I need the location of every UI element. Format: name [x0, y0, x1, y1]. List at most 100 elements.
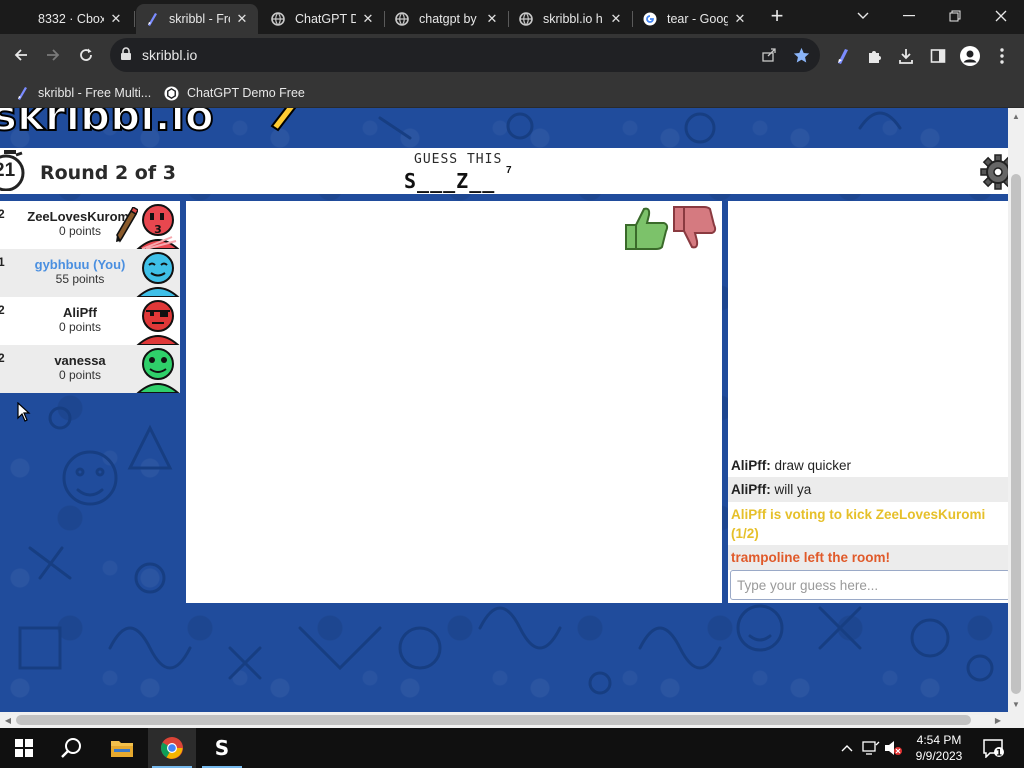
tab-close-icon[interactable]: ✕: [608, 11, 624, 27]
player-avatar: [136, 252, 180, 297]
minimize-button[interactable]: [886, 0, 932, 32]
folder-icon: [111, 741, 133, 757]
globe-icon: [394, 11, 410, 27]
chat-panel: AliPff: draw quicker AliPff: will ya Ali…: [728, 201, 1008, 603]
tab-close-icon[interactable]: ✕: [732, 11, 748, 27]
tab-cbox[interactable]: 8332 · Cbox ✕: [30, 4, 132, 34]
close-window-button[interactable]: [978, 0, 1024, 32]
windows-taskbar: S 4:54 PM 9/9/2023 1: [0, 728, 1024, 768]
scroll-right-icon[interactable]: ▶: [990, 712, 1006, 728]
player-avatar: 3: [136, 204, 180, 249]
share-icon[interactable]: [760, 46, 778, 64]
taskbar-time: 4:54 PM: [916, 733, 962, 747]
skribbl-favicon-icon: [14, 85, 30, 101]
player-row[interactable]: 2 AliPff 0 points: [0, 297, 180, 345]
skribbl-extension-icon[interactable]: [832, 46, 852, 66]
thumbs-up-icon[interactable]: [624, 205, 670, 251]
tab-separator: [134, 11, 135, 27]
tab-chatgpt-by[interactable]: chatgpt by ✕: [386, 4, 508, 34]
globe-icon: [270, 11, 286, 27]
profile-avatar-icon[interactable]: [960, 46, 980, 66]
chat-author: AliPff:: [731, 458, 771, 473]
taskbar-date: 9/9/2023: [915, 749, 963, 763]
skype-taskbar-button[interactable]: S: [198, 728, 246, 768]
vertical-scrollbar[interactable]: ▲ ▼: [1008, 108, 1024, 712]
bookmarks-bar: skribbl - Free Multi... ChatGPT Demo Fre…: [0, 78, 1024, 108]
guess-input[interactable]: [730, 570, 1008, 600]
address-bar[interactable]: skribbl.io: [110, 38, 820, 72]
tab-close-icon[interactable]: ✕: [360, 11, 376, 27]
taskbar-clock[interactable]: 4:54 PM 9/9/2023: [900, 732, 978, 764]
file-explorer-button[interactable]: [98, 728, 146, 768]
vertical-scroll-thumb[interactable]: [1011, 174, 1021, 694]
horizontal-scrollbar[interactable]: ◀ ▶: [0, 712, 1008, 728]
tab-close-icon[interactable]: ✕: [108, 11, 124, 27]
tab-title: ChatGPT Demo: [295, 12, 356, 26]
tab-google[interactable]: tear - Goog ✕: [634, 4, 756, 34]
tray-chevron-icon[interactable]: [838, 739, 856, 757]
chatgpt-icon: [163, 85, 179, 101]
forward-button[interactable]: [38, 40, 68, 70]
tab-search-chevron-icon[interactable]: [840, 0, 886, 32]
player-row[interactable]: 2 ZeeLovesKuromi 0 points 3: [0, 201, 180, 249]
new-tab-button[interactable]: +: [766, 5, 788, 28]
bookmark-star-icon[interactable]: [792, 46, 810, 64]
scrollbar-corner: [1008, 712, 1024, 728]
word-hint: S___Z__: [404, 169, 496, 193]
notification-center-icon[interactable]: 1: [982, 738, 1004, 758]
back-button[interactable]: [6, 40, 36, 70]
scroll-down-icon[interactable]: ▼: [1008, 696, 1024, 712]
player-row[interactable]: 1 gybhbuu (You) 55 points: [0, 249, 180, 297]
tab-title: skribbl.io h: [543, 12, 603, 26]
browser-tab-strip: 8332 · Cbox ✕ skribbl - Free ✕ ChatGPT D…: [0, 0, 1024, 34]
globe-icon: [518, 11, 534, 27]
reload-button[interactable]: [71, 40, 101, 70]
side-panel-icon[interactable]: [928, 46, 948, 66]
bookmark-skribbl[interactable]: skribbl - Free Multi...: [14, 82, 151, 104]
scroll-up-icon[interactable]: ▲: [1008, 108, 1024, 124]
tab-close-icon[interactable]: ✕: [234, 11, 250, 27]
player-avatar: [136, 348, 180, 393]
svg-text:S: S: [215, 737, 229, 759]
tab-close-icon[interactable]: ✕: [484, 11, 500, 27]
tab-skribbl-io[interactable]: skribbl.io h ✕: [510, 4, 632, 34]
timer-value: 21: [0, 160, 16, 181]
bookmark-label: skribbl - Free Multi...: [38, 86, 152, 100]
google-icon: [642, 11, 658, 27]
restore-button[interactable]: [932, 0, 978, 32]
scroll-left-icon[interactable]: ◀: [0, 712, 16, 728]
player-badge: 3: [154, 223, 162, 236]
extensions-puzzle-icon[interactable]: [864, 46, 884, 66]
tab-title: 8332 · Cbox: [38, 12, 104, 26]
start-button[interactable]: [0, 728, 48, 768]
horizontal-scroll-thumb[interactable]: [16, 715, 971, 725]
tab-separator: [632, 11, 633, 27]
search-button[interactable]: [48, 728, 96, 768]
chat-message: AliPff: will ya: [728, 477, 1008, 502]
game-header: 21 Round 2 of 3 GUESS THIS S___Z__ 7: [0, 148, 1008, 194]
settings-gear-icon[interactable]: [980, 152, 1008, 192]
tab-chatgpt-demo[interactable]: ChatGPT Demo ✕: [262, 4, 384, 34]
players-list: 2 ZeeLovesKuromi 0 points 3 1 gybhbuu (Y…: [0, 201, 180, 393]
notification-count: 1: [996, 749, 1002, 759]
url-text: skribbl.io: [142, 47, 198, 63]
tab-skribbl[interactable]: skribbl - Free ✕: [136, 4, 258, 34]
tab-separator: [384, 11, 385, 27]
chrome-icon: [161, 737, 183, 759]
word-length: 7: [506, 165, 512, 176]
browser-toolbar: skribbl.io: [0, 34, 1024, 78]
download-icon[interactable]: [896, 46, 916, 66]
app-s-icon: S: [215, 737, 229, 759]
drawing-canvas[interactable]: [186, 201, 722, 603]
chrome-taskbar-button[interactable]: [148, 728, 196, 768]
player-avatar: [136, 300, 180, 345]
page-viewport: skribbl.io 21 Round 2 of 3 GUESS THIS S_…: [0, 108, 1008, 712]
network-icon[interactable]: [862, 739, 880, 757]
chrome-menu-icon[interactable]: [992, 46, 1012, 66]
bookmark-chatgpt-demo[interactable]: ChatGPT Demo Free: [163, 82, 305, 104]
tab-title: skribbl - Free: [169, 12, 230, 26]
thumbs-down-icon[interactable]: [672, 205, 718, 251]
chat-vote-message: AliPff is voting to kick ZeeLovesKuromi …: [731, 507, 986, 541]
player-row[interactable]: 2 vanessa 0 points: [0, 345, 180, 393]
chat-author: AliPff:: [731, 482, 771, 497]
